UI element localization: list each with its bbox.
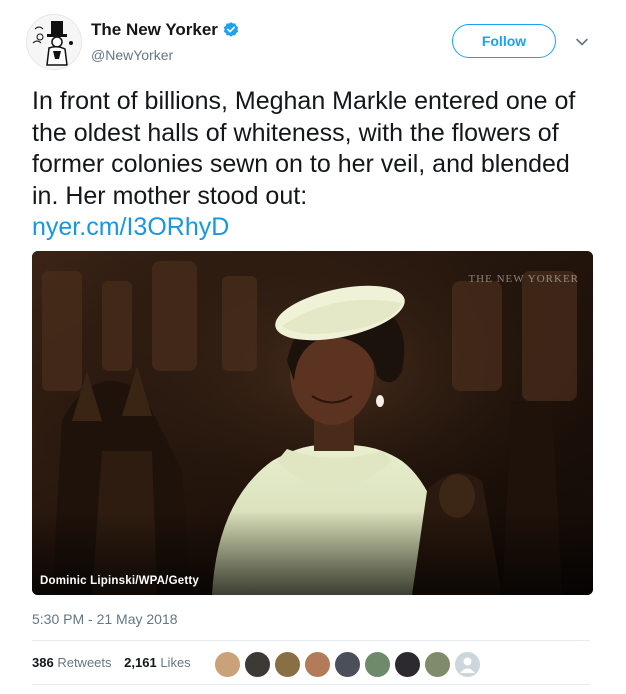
tweet-media[interactable]: THE NEW YORKER Dominic Lipinski/WPA/Gett… [32,251,593,595]
media-watermark: THE NEW YORKER [468,273,579,285]
tweet-timestamp[interactable]: 5:30 PM - 21 May 2018 [32,611,178,627]
account-handle[interactable]: @NewYorker [91,47,240,63]
chevron-down-icon[interactable] [574,34,590,50]
liker-avatar[interactable] [394,651,421,678]
tweet-stats: 386 Retweets 2,161 Likes [32,655,200,670]
liker-avatar[interactable] [244,651,271,678]
liker-avatar[interactable] [304,651,331,678]
likes-stat[interactable]: 2,161 Likes [124,655,191,670]
account-names: The New Yorker @NewYorker [91,20,240,63]
tweet-text: In front of billions, Meghan Markle ente… [32,86,602,244]
display-name[interactable]: The New Yorker [91,20,218,40]
liker-avatar[interactable] [364,651,391,678]
divider [32,640,590,641]
tweet-body: In front of billions, Meghan Markle ente… [32,87,576,210]
likes-label: Likes [160,655,191,670]
likes-count: 2,161 [124,655,157,670]
eustace-tilley-icon [27,15,81,69]
follow-button[interactable]: Follow [452,24,556,58]
tweet-header: The New Yorker @NewYorker Follow [26,14,604,74]
media-photo [32,251,593,595]
liker-avatar[interactable] [214,651,241,678]
liker-avatar[interactable] [334,651,361,678]
liker-avatar[interactable] [424,651,451,678]
retweets-stat[interactable]: 386 Retweets [32,655,112,670]
liker-avatar[interactable] [274,651,301,678]
retweets-count: 386 [32,655,54,670]
photo-credit: Dominic Lipinski/WPA/Getty [40,575,199,587]
divider [32,684,590,685]
liker-avatar-default[interactable] [454,651,481,678]
tweet-link[interactable]: nyer.cm/I3ORhyD [32,213,229,241]
account-avatar[interactable] [26,14,82,70]
default-profile-icon [460,657,475,673]
retweets-label: Retweets [57,655,112,670]
verified-badge-icon [223,22,239,37]
